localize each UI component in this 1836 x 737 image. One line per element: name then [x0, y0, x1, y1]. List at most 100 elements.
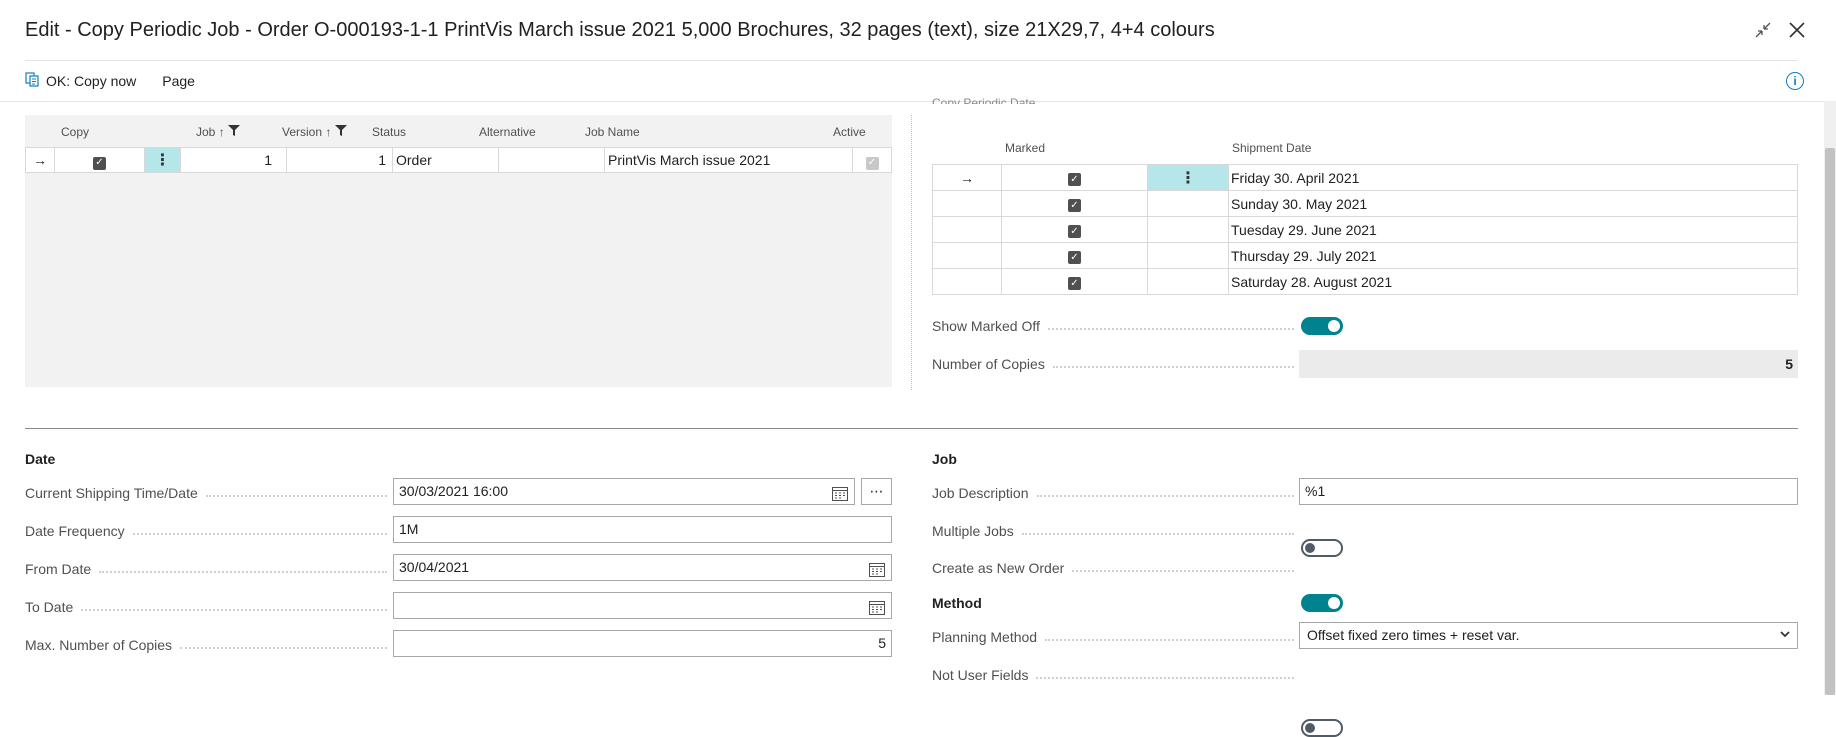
- column-header-shipment-date[interactable]: Shipment Date: [1232, 141, 1311, 155]
- row-actions-menu[interactable]: ⋮: [145, 148, 181, 172]
- chevron-down-icon: [1779, 623, 1791, 648]
- job-description-label: Job Description: [932, 485, 1029, 501]
- column-header-job-name[interactable]: Job Name: [585, 125, 640, 139]
- calendar-icon[interactable]: [869, 598, 885, 623]
- max-copies-input[interactable]: 5: [393, 630, 892, 657]
- row-selector-cell[interactable]: [932, 268, 1002, 295]
- field-leader: [1045, 639, 1294, 641]
- row-selector-cell[interactable]: [932, 242, 1002, 269]
- panel-separator: [911, 115, 912, 390]
- marked-checkbox[interactable]: ✓: [1068, 173, 1081, 187]
- method-section-title: Method: [932, 595, 982, 611]
- scrollbar-thumb[interactable]: [1825, 148, 1835, 695]
- ellipsis-icon: ⋯: [869, 483, 884, 499]
- table-row[interactable]: → ✓ ⋮ 1 1 Order PrintVis March issue 202…: [25, 147, 892, 173]
- page-menu-button[interactable]: Page: [162, 73, 195, 89]
- shipment-date-cell[interactable]: Friday 30. April 2021: [1228, 164, 1798, 191]
- filter-icon: [228, 125, 241, 139]
- marked-checkbox[interactable]: ✓: [1068, 251, 1081, 265]
- status-cell[interactable]: Order: [393, 148, 499, 172]
- table-row[interactable]: → ✓ ⋮ Friday 30. April 2021: [932, 164, 1798, 191]
- marked-checkbox-cell[interactable]: ✓: [1001, 164, 1148, 191]
- marked-checkbox-cell[interactable]: ✓: [1001, 216, 1148, 243]
- close-icon[interactable]: [1785, 18, 1809, 42]
- create-new-order-toggle[interactable]: [1301, 594, 1343, 612]
- date-section-title: Date: [25, 451, 56, 467]
- active-checkbox: ✓: [865, 156, 879, 170]
- show-marked-off-toggle[interactable]: [1301, 317, 1343, 335]
- shipment-date-cell[interactable]: Tuesday 29. June 2021: [1228, 216, 1798, 243]
- to-date-label: To Date: [25, 599, 74, 615]
- copy-checkbox-cell[interactable]: ✓: [55, 148, 145, 172]
- number-of-copies-value: 5: [1299, 350, 1798, 378]
- row-selector-arrow-icon[interactable]: →: [932, 164, 1002, 191]
- marked-checkbox-cell[interactable]: ✓: [1001, 242, 1148, 269]
- column-header-marked[interactable]: Marked: [1005, 141, 1045, 155]
- table-row[interactable]: ✓ Tuesday 29. June 2021: [932, 216, 1798, 243]
- alternative-cell[interactable]: [499, 148, 605, 172]
- number-of-copies-field: Number of Copies: [932, 356, 1294, 372]
- column-header-alternative[interactable]: Alternative: [479, 125, 536, 139]
- more-options-button[interactable]: ⋯: [861, 478, 892, 505]
- date-frequency-label: Date Frequency: [25, 523, 125, 539]
- marked-checkbox[interactable]: ✓: [1068, 199, 1081, 213]
- table-row[interactable]: ✓ Sunday 30. May 2021: [932, 190, 1798, 217]
- action-divider: [0, 101, 1836, 102]
- row-actions-cell[interactable]: [1147, 216, 1229, 243]
- planning-method-value: Offset fixed zero times + reset var.: [1307, 627, 1520, 643]
- date-frequency-field: Date Frequency: [25, 523, 387, 539]
- job-name-cell[interactable]: PrintVis March issue 2021: [605, 148, 853, 172]
- dialog-title: Edit - Copy Periodic Job - Order O-00019…: [25, 19, 1215, 41]
- field-leader: [132, 533, 387, 535]
- job-description-field: Job Description: [932, 485, 1294, 501]
- row-selector-cell[interactable]: [932, 190, 1002, 217]
- field-leader: [1047, 328, 1294, 330]
- info-icon[interactable]: i: [1786, 72, 1804, 90]
- row-selector-cell[interactable]: [932, 216, 1002, 243]
- marked-checkbox-cell[interactable]: ✓: [1001, 268, 1148, 295]
- row-actions-menu[interactable]: ⋮: [1147, 164, 1229, 191]
- multiple-jobs-label: Multiple Jobs: [932, 523, 1014, 539]
- row-actions-cell[interactable]: [1147, 242, 1229, 269]
- field-leader: [1036, 495, 1294, 497]
- from-date-input[interactable]: 30/04/2021: [393, 554, 892, 581]
- marked-checkbox-cell[interactable]: ✓: [1001, 190, 1148, 217]
- planning-method-select[interactable]: Offset fixed zero times + reset var.: [1299, 622, 1798, 649]
- column-header-job[interactable]: Job ↑: [196, 125, 241, 139]
- field-leader: [99, 571, 387, 573]
- create-new-order-label: Create as New Order: [932, 560, 1065, 576]
- marked-checkbox[interactable]: ✓: [1068, 277, 1081, 291]
- from-date-value: 30/04/2021: [399, 559, 470, 575]
- not-user-fields-toggle[interactable]: [1301, 719, 1343, 737]
- calendar-icon[interactable]: [832, 484, 848, 509]
- table-row[interactable]: ✓ Saturday 28. August 2021: [932, 268, 1798, 295]
- current-shipping-input[interactable]: 30/03/2021 16:00: [393, 478, 855, 505]
- column-header-status[interactable]: Status: [372, 125, 406, 139]
- to-date-field: To Date: [25, 599, 387, 615]
- collapse-icon[interactable]: [1751, 18, 1775, 42]
- calendar-icon[interactable]: [869, 560, 885, 585]
- column-header-active[interactable]: Active: [833, 125, 866, 139]
- column-header-version[interactable]: Version ↑: [282, 125, 347, 139]
- row-selector-arrow-icon[interactable]: →: [26, 148, 55, 172]
- action-bar: OK: Copy now Page: [25, 72, 195, 90]
- job-number-cell[interactable]: 1: [181, 148, 287, 172]
- shipment-date-cell[interactable]: Saturday 28. August 2021: [1228, 268, 1798, 295]
- table-row[interactable]: ✓ Thursday 29. July 2021: [932, 242, 1798, 269]
- page-menu-label: Page: [162, 73, 195, 89]
- to-date-input[interactable]: [393, 592, 892, 619]
- ok-copy-now-button[interactable]: OK: Copy now: [25, 72, 136, 90]
- shipment-date-cell[interactable]: Sunday 30. May 2021: [1228, 190, 1798, 217]
- shipment-date-cell[interactable]: Thursday 29. July 2021: [1228, 242, 1798, 269]
- field-leader: [1052, 366, 1294, 368]
- row-actions-cell[interactable]: [1147, 268, 1229, 295]
- field-leader: [81, 609, 387, 611]
- marked-checkbox[interactable]: ✓: [1068, 225, 1081, 239]
- column-header-copy[interactable]: Copy: [61, 125, 89, 139]
- copy-checkbox[interactable]: ✓: [93, 156, 106, 170]
- version-cell[interactable]: 1: [287, 148, 393, 172]
- multiple-jobs-toggle[interactable]: [1301, 539, 1343, 557]
- row-actions-cell[interactable]: [1147, 190, 1229, 217]
- job-description-input[interactable]: %1: [1299, 478, 1798, 505]
- date-frequency-input[interactable]: 1M: [393, 516, 892, 543]
